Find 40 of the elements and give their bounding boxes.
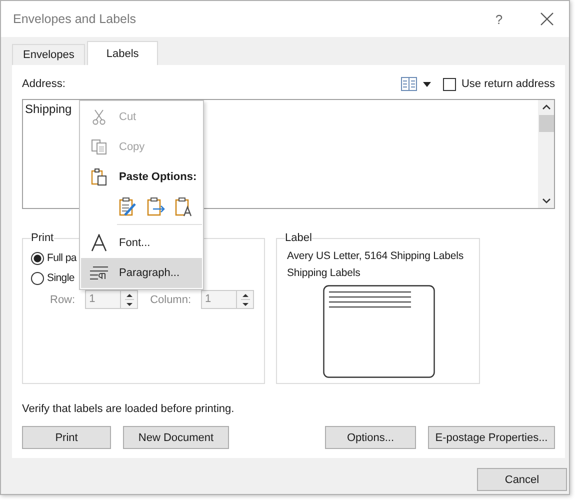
clipboard-letter-icon[interactable] bbox=[175, 197, 193, 217]
scrollbar[interactable] bbox=[538, 100, 554, 208]
menu-item[interactable]: Font... bbox=[81, 228, 202, 258]
window-title: Envelopes and Labels bbox=[13, 12, 136, 26]
clipboard-arrow-icon[interactable] bbox=[147, 197, 165, 217]
paragraph-icon bbox=[89, 266, 109, 280]
letter-a-icon bbox=[89, 234, 109, 252]
scroll-up-icon[interactable] bbox=[542, 104, 550, 110]
tab[interactable]: Envelopes bbox=[12, 44, 86, 65]
label-text: Shipping Labels bbox=[286, 266, 362, 281]
group-title: Print bbox=[31, 232, 54, 244]
group-title: Label bbox=[285, 232, 312, 244]
dialog-button[interactable]: New Document bbox=[123, 426, 229, 449]
dialog-button[interactable]: Options... bbox=[325, 426, 416, 449]
checkbox[interactable] bbox=[443, 78, 456, 90]
field-label: Address: bbox=[22, 78, 66, 90]
menu-heading: Paste Options: bbox=[81, 162, 202, 192]
menu-item[interactable]: Paragraph... bbox=[81, 258, 202, 288]
copy-icon bbox=[89, 139, 109, 155]
scroll-down-icon[interactable] bbox=[542, 198, 550, 204]
field-label: Row: bbox=[50, 294, 76, 306]
address-book-icon[interactable] bbox=[401, 77, 418, 91]
label-text: Avery US Letter, 5164 Shipping Labels bbox=[286, 249, 465, 264]
clipboard-icon bbox=[89, 168, 109, 186]
radio-label[interactable]: Full pa bbox=[47, 252, 76, 264]
help-button[interactable]: ? bbox=[479, 4, 519, 34]
dialog-button[interactable]: Print bbox=[22, 426, 111, 449]
radio-button[interactable] bbox=[31, 252, 44, 264]
cancel-button[interactable]: Cancel bbox=[477, 468, 567, 491]
close-icon[interactable] bbox=[540, 12, 554, 26]
radio-label[interactable]: Single bbox=[47, 272, 74, 284]
scroll-thumb[interactable] bbox=[538, 115, 554, 132]
hint-text: Verify that labels are loaded before printing. bbox=[22, 403, 236, 415]
clipboard-brush-icon[interactable] bbox=[119, 197, 137, 217]
field-label: Column: bbox=[150, 294, 192, 306]
radio-button[interactable] bbox=[31, 272, 44, 284]
tab[interactable]: Labels bbox=[87, 41, 158, 65]
checkbox-label[interactable]: Use return address bbox=[461, 78, 555, 90]
dialog-button[interactable]: E-postage Properties... bbox=[428, 426, 555, 449]
caret-icon[interactable] bbox=[423, 82, 432, 86]
